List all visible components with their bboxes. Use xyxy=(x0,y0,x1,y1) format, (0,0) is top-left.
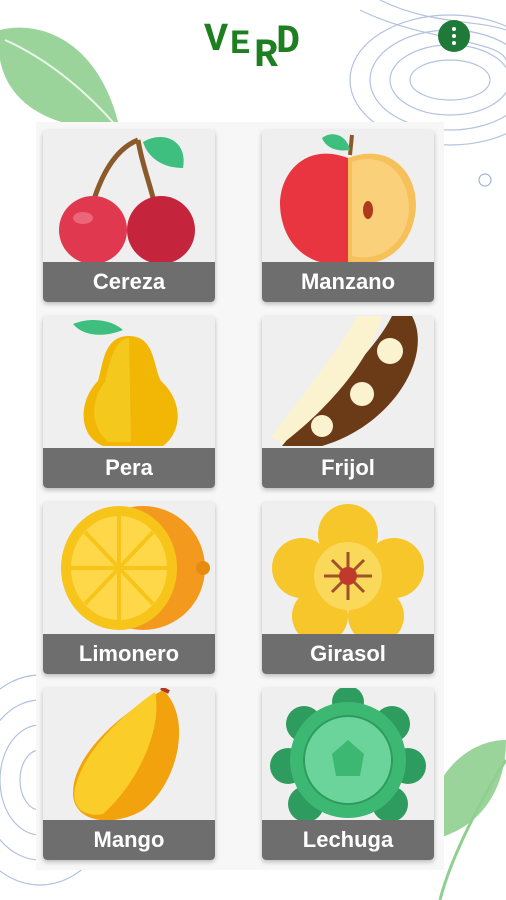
more-vertical-icon[interactable] xyxy=(438,20,470,52)
plant-card-lechuga[interactable]: Lechuga xyxy=(262,688,434,860)
plant-card-mango[interactable]: Mango xyxy=(43,688,215,860)
plant-label: Lechuga xyxy=(262,820,434,860)
app-header: V E R D xyxy=(0,0,506,80)
plant-card-pera[interactable]: Pera xyxy=(43,316,215,488)
verd-logo: V E R D xyxy=(204,18,302,79)
plant-label: Manzano xyxy=(262,262,434,302)
plant-label: Frijol xyxy=(262,448,434,488)
plant-card-girasol[interactable]: Girasol xyxy=(262,502,434,674)
plant-label: Limonero xyxy=(43,634,215,674)
plant-card-cereza[interactable]: Cereza xyxy=(43,130,215,302)
plant-card-limonero[interactable]: Limonero xyxy=(43,502,215,674)
plant-label: Pera xyxy=(43,448,215,488)
plant-label: Girasol xyxy=(262,634,434,674)
plant-card-frijol[interactable]: Frijol xyxy=(262,316,434,488)
plant-card-manzano[interactable]: Manzano xyxy=(262,130,434,302)
plant-label: Mango xyxy=(43,820,215,860)
plant-label: Cereza xyxy=(43,262,215,302)
